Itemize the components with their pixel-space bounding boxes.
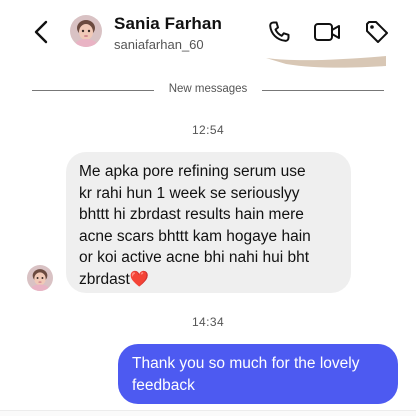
contact-name[interactable]: Sania Farhan <box>114 14 222 34</box>
video-camera-icon[interactable] <box>313 19 341 45</box>
message-line: or koi active acne bhi nahi hui bht <box>79 249 310 266</box>
message-text: zbrdast <box>79 270 130 288</box>
sender-avatar[interactable] <box>27 265 53 291</box>
new-messages-divider-right <box>262 90 384 91</box>
outgoing-message-bubble[interactable]: Thank you so much for the lovely feedbac… <box>118 344 398 404</box>
avatar[interactable] <box>70 15 102 47</box>
message-line-last: zbrdast❤️ <box>79 269 339 291</box>
chat-header: Sania Farhan saniafarhan_60 <box>0 0 416 62</box>
avatar-image <box>70 15 102 47</box>
message-line: bhttt hi zbrdast results hain mere <box>79 206 304 223</box>
message-line: acne scars bhttt kam hogaye hain <box>79 227 311 245</box>
heart-emoji: ❤️ <box>129 270 150 288</box>
message-line: kr rahi hun 1 week se seriouslyy <box>79 184 300 202</box>
phone-icon[interactable] <box>266 19 292 45</box>
contact-handle: saniafarhan_60 <box>114 37 204 52</box>
sender-avatar-image <box>27 265 53 291</box>
chevron-left-icon[interactable] <box>30 18 54 46</box>
incoming-message-bubble[interactable]: Me apka pore refining serum use kr rahi … <box>66 152 351 293</box>
message-line: Me apka pore refining serum use <box>79 163 306 180</box>
new-messages-label: New messages <box>168 83 248 95</box>
tag-icon[interactable] <box>364 19 390 45</box>
message-timestamp: 12:54 <box>191 123 225 137</box>
composer-area <box>0 410 416 416</box>
message-timestamp: 14:34 <box>191 315 225 329</box>
message-line: Thank you so much for the lovely <box>132 355 360 372</box>
message-line: feedback <box>132 376 195 394</box>
previous-message-edge <box>266 56 386 68</box>
